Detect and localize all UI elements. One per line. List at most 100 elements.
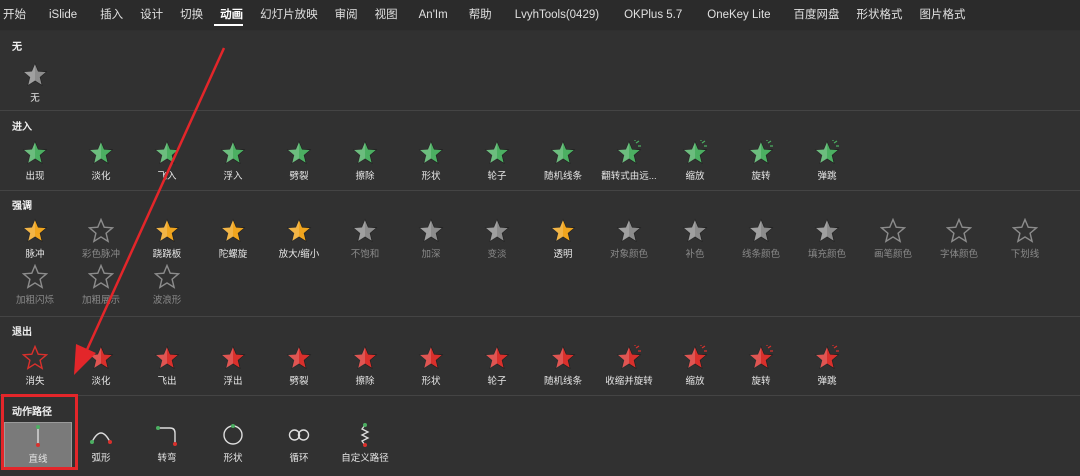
exit-effect[interactable]: 缩放 <box>662 345 728 391</box>
star-icon <box>2 62 68 88</box>
tab-shape-format[interactable]: 形状格式 <box>851 0 914 30</box>
tab-slideshow[interactable]: 幻灯片放映 <box>254 0 329 30</box>
emphasis-effect[interactable]: 加粗展示 <box>68 264 134 310</box>
effect-label: 不饱和 <box>350 249 380 260</box>
entrance-effect[interactable]: 形状 <box>398 140 464 186</box>
exit-effect[interactable]: 消失 <box>2 345 68 391</box>
exit-effect[interactable]: 轮子 <box>464 345 530 391</box>
emphasis-effect[interactable]: 陀螺旋 <box>200 218 266 264</box>
star-icon <box>398 345 464 371</box>
emphasis-effect[interactable]: 放大/缩小 <box>266 218 332 264</box>
effect-label: 旋转 <box>751 376 771 387</box>
motion-effect[interactable]: 自定义路径 <box>332 422 398 468</box>
star-icon <box>134 140 200 166</box>
star-icon <box>662 218 728 244</box>
tab-picture-format[interactable]: 图片格式 <box>914 0 977 30</box>
effect-label: 旋转 <box>751 171 771 182</box>
entrance-effect[interactable]: 飞入 <box>134 140 200 186</box>
emphasis-effect[interactable]: 画笔颜色 <box>860 218 926 264</box>
emphasis-effect[interactable]: 字体颜色 <box>926 218 992 264</box>
star-icon <box>398 218 464 244</box>
tab-anim-plugin[interactable]: An'Im <box>409 0 459 30</box>
entrance-effect[interactable]: 缩放 <box>662 140 728 186</box>
star-icon <box>662 345 728 371</box>
none-effect[interactable]: 无 <box>2 62 68 108</box>
tab-baidu-netdisk[interactable]: 百度网盘 <box>782 0 851 30</box>
emphasis-effect[interactable]: 对象颜色 <box>596 218 662 264</box>
tab-islide[interactable]: iSlide <box>37 0 88 30</box>
exit-effect[interactable]: 收缩并旋转 <box>596 345 662 391</box>
effect-label: 飞入 <box>157 171 177 182</box>
tab-lvyhtools[interactable]: LvyhTools(0429) <box>503 0 610 30</box>
effect-label: 跷跷板 <box>152 249 182 260</box>
entrance-effect[interactable]: 劈裂 <box>266 140 332 186</box>
emphasis-effect[interactable]: 加粗闪烁 <box>2 264 68 310</box>
emphasis-effect[interactable]: 下划线 <box>992 218 1058 264</box>
emphasis-effect[interactable]: 填充颜色 <box>794 218 860 264</box>
section-title-none: 无 <box>12 42 22 53</box>
section-title-emphasis: 强调 <box>12 201 32 212</box>
exit-effect[interactable]: 随机线条 <box>530 345 596 391</box>
star-icon <box>2 140 68 166</box>
star-icon <box>464 345 530 371</box>
exit-effect[interactable]: 弹跳 <box>794 345 860 391</box>
entrance-effect[interactable]: 旋转 <box>728 140 794 186</box>
effect-label: 形状 <box>223 453 243 464</box>
effect-label: 擦除 <box>355 376 375 387</box>
tab-view[interactable]: 视图 <box>369 0 409 30</box>
entrance-effect[interactable]: 出现 <box>2 140 68 186</box>
exit-effect[interactable]: 旋转 <box>728 345 794 391</box>
entrance-effect[interactable]: 翻转式由远... <box>596 140 662 186</box>
emphasis-effect[interactable]: 透明 <box>530 218 596 264</box>
effect-label: 缩放 <box>685 171 705 182</box>
tab-design[interactable]: 设计 <box>134 0 174 30</box>
star-icon <box>728 218 794 244</box>
exit-effect[interactable]: 淡化 <box>68 345 134 391</box>
loop-path-icon <box>266 422 332 448</box>
effect-label: 轮子 <box>487 376 507 387</box>
effect-label: 无 <box>30 93 40 104</box>
entrance-effect[interactable]: 随机线条 <box>530 140 596 186</box>
tab-animations[interactable]: 动画 <box>214 0 254 30</box>
tab-okplus[interactable]: OKPlus 5.7 <box>610 0 693 30</box>
star-icon <box>596 345 662 371</box>
effect-label: 加粗展示 <box>81 295 120 306</box>
emphasis-effect[interactable]: 跷跷板 <box>134 218 200 264</box>
tab-onekey[interactable]: OneKey Lite <box>693 0 781 30</box>
effect-label: 加粗闪烁 <box>15 295 54 306</box>
emphasis-effect[interactable]: 波浪形 <box>134 264 200 310</box>
emphasis-effect[interactable]: 彩色脉冲 <box>68 218 134 264</box>
emphasis-effect[interactable]: 不饱和 <box>332 218 398 264</box>
star-icon <box>134 218 200 244</box>
entrance-effect[interactable]: 浮入 <box>200 140 266 186</box>
exit-effect[interactable]: 形状 <box>398 345 464 391</box>
tab-insert[interactable]: 插入 <box>88 0 134 30</box>
tab-transitions[interactable]: 切换 <box>174 0 214 30</box>
star-icon <box>2 345 68 371</box>
motion-effect[interactable]: 循环 <box>266 422 332 468</box>
effect-label: 彩色脉冲 <box>81 249 120 260</box>
emphasis-effect[interactable]: 线条颜色 <box>728 218 794 264</box>
tab-help[interactable]: 帮助 <box>459 0 503 30</box>
emphasis-effect[interactable]: 加深 <box>398 218 464 264</box>
tab-review[interactable]: 审阅 <box>329 0 369 30</box>
motion-effect[interactable]: 形状 <box>200 422 266 468</box>
tab-home[interactable]: 开始 <box>0 0 37 30</box>
entrance-effect[interactable]: 淡化 <box>68 140 134 186</box>
entrance-effect[interactable]: 擦除 <box>332 140 398 186</box>
effect-label: 浮出 <box>223 376 243 387</box>
effect-label: 劈裂 <box>289 171 309 182</box>
exit-effect[interactable]: 浮出 <box>200 345 266 391</box>
star-icon <box>332 140 398 166</box>
emphasis-effect[interactable]: 脉冲 <box>2 218 68 264</box>
exit-effect[interactable]: 劈裂 <box>266 345 332 391</box>
emphasis-effect[interactable]: 补色 <box>662 218 728 264</box>
emphasis-effect[interactable]: 变淡 <box>464 218 530 264</box>
effect-label: 缩放 <box>685 376 705 387</box>
exit-effect[interactable]: 飞出 <box>134 345 200 391</box>
entrance-effect[interactable]: 轮子 <box>464 140 530 186</box>
star-icon <box>200 218 266 244</box>
motion-effect[interactable]: 转弯 <box>134 422 200 468</box>
exit-effect[interactable]: 擦除 <box>332 345 398 391</box>
entrance-effect[interactable]: 弹跳 <box>794 140 860 186</box>
